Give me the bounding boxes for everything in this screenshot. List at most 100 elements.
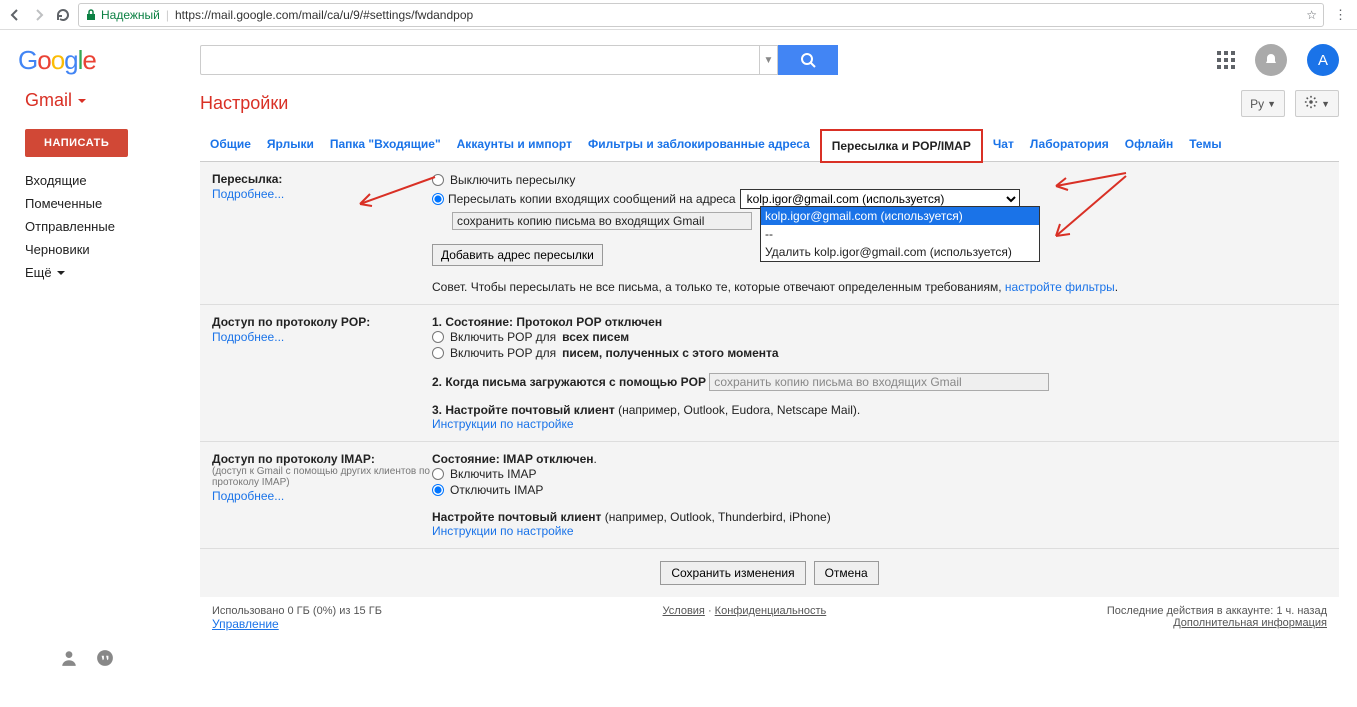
pop-label: Доступ по протоколу POP: (212, 315, 432, 329)
forward-icon[interactable] (30, 6, 48, 24)
notifications-icon[interactable] (1255, 44, 1287, 76)
forwarding-keep-copy-select[interactable]: сохранить копию письма во входящих Gmail (452, 212, 752, 230)
sidebar-item-drafts[interactable]: Черновики (25, 238, 200, 261)
tip-post: . (1115, 280, 1118, 294)
back-icon[interactable] (6, 6, 24, 24)
tab-labels[interactable]: Ярлыки (267, 137, 314, 155)
tab-forwarding-pop-imap[interactable]: Пересылка и POP/IMAP (820, 129, 983, 163)
section-imap: Доступ по протоколу IMAP: (доступ к Gmai… (200, 442, 1339, 549)
section-forwarding: Пересылка: Подробнее... Выключить пересы… (200, 162, 1339, 305)
browser-toolbar: Надежный | https://mail.google.com/mail/… (0, 0, 1357, 30)
imap-disable-radio[interactable] (432, 484, 444, 496)
content: Настройки Ру▼ ▼ Общие Ярлыки Папка "Вход… (200, 90, 1357, 639)
person-icon[interactable] (60, 649, 78, 670)
gmail-brand[interactable]: Gmail (25, 90, 200, 111)
url-bar[interactable]: Надежный | https://mail.google.com/mail/… (78, 3, 1324, 27)
secure-label: Надежный (101, 8, 160, 22)
pop-r1-bold: всех писем (562, 330, 629, 344)
pop-download-select[interactable]: сохранить копию письма во входящих Gmail (709, 373, 1049, 391)
dropdown-option[interactable]: Удалить kolp.igor@gmail.com (используетс… (761, 243, 1039, 261)
forwarding-address-dropdown: kolp.igor@gmail.com (используется) -- Уд… (760, 206, 1040, 262)
browser-menu-icon[interactable]: ⋮ (1330, 7, 1351, 23)
url-text: https://mail.google.com/mail/ca/u/9/#set… (175, 8, 473, 22)
sidebar-item-sent[interactable]: Отправленные (25, 215, 200, 238)
gmail-header: Google ▼ A (0, 30, 1357, 90)
pop-download-label: 2. Когда письма загружаются с помощью PO… (432, 375, 706, 389)
imap-conf-b: Настройте почтовый клиент (432, 510, 605, 524)
gear-icon (1304, 95, 1318, 112)
imap-instructions-link[interactable]: Инструкции по настройке (432, 524, 574, 538)
dropdown-option[interactable]: kolp.igor@gmail.com (используется) (761, 207, 1039, 225)
activity-text: Последние действия в аккаунте: 1 ч. наза… (1107, 605, 1327, 617)
save-row: Сохранить изменения Отмена (200, 549, 1339, 597)
pop-enable-all-radio[interactable] (432, 331, 444, 343)
settings-tabs: Общие Ярлыки Папка "Входящие" Аккаунты и… (200, 131, 1339, 162)
tab-inbox[interactable]: Папка "Входящие" (330, 137, 441, 155)
forwarding-tip-link[interactable]: настройте фильтры (1005, 280, 1115, 294)
forwarding-enable-radio[interactable] (432, 193, 444, 205)
search-button[interactable] (778, 45, 838, 75)
sidebar-item-more[interactable]: Ещё (25, 261, 200, 284)
imap-enable-label: Включить IMAP (450, 467, 537, 481)
pop-more-link[interactable]: Подробнее... (212, 330, 284, 344)
footer: Использовано 0 ГБ (0%) из 15 ГБ Управлен… (200, 597, 1339, 639)
terms-link[interactable]: Условия (663, 605, 705, 617)
tab-general[interactable]: Общие (210, 137, 251, 155)
google-logo[interactable]: Google (18, 45, 110, 76)
imap-conf-rest: (например, Outlook, Thunderbird, iPhone) (605, 510, 831, 524)
hangouts-footer (0, 639, 1357, 670)
imap-enable-radio[interactable] (432, 468, 444, 480)
imap-more-link[interactable]: Подробнее... (212, 489, 284, 503)
imap-sublabel: (доступ к Gmail с помощью других клиенто… (212, 466, 432, 488)
tab-accounts[interactable]: Аккаунты и импорт (457, 137, 572, 155)
language-button[interactable]: Ру▼ (1241, 90, 1285, 117)
pop-r2-pre: Включить POP для (450, 346, 556, 360)
page-title: Настройки (200, 93, 288, 114)
search-wrap: ▼ (200, 45, 838, 75)
imap-state-v: IMAP отключен (503, 452, 593, 466)
forwarding-tip-text: Совет. Чтобы пересылать не все письма, а… (432, 280, 1005, 294)
privacy-link[interactable]: Конфиденциальность (715, 605, 827, 617)
cancel-button[interactable]: Отмена (814, 561, 879, 585)
reload-icon[interactable] (54, 6, 72, 24)
pop-r2-bold: писем, полученных с этого момента (562, 346, 778, 360)
sidebar-item-starred[interactable]: Помеченные (25, 192, 200, 215)
forwarding-label: Пересылка: (212, 172, 432, 186)
sidebar: Gmail НАПИСАТЬ Входящие Помеченные Отпра… (0, 90, 200, 639)
sidebar-item-inbox[interactable]: Входящие (25, 169, 200, 192)
add-forwarding-address-button[interactable]: Добавить адрес пересылки (432, 244, 603, 266)
imap-state-b: Состояние: (432, 452, 503, 466)
imap-disable-label: Отключить IMAP (450, 483, 543, 497)
pop-instructions-link[interactable]: Инструкции по настройке (432, 417, 574, 431)
forwarding-disable-label: Выключить пересылку (450, 173, 575, 187)
forwarding-more-link[interactable]: Подробнее... (212, 187, 284, 201)
lock-icon: Надежный (85, 8, 160, 22)
tab-filters[interactable]: Фильтры и заблокированные адреса (588, 137, 810, 155)
apps-icon[interactable] (1217, 51, 1235, 69)
compose-button[interactable]: НАПИСАТЬ (25, 129, 128, 157)
dropdown-option[interactable]: -- (761, 225, 1039, 243)
tab-themes[interactable]: Темы (1189, 137, 1221, 155)
pop-status: 1. Состояние: Протокол POP отключен (432, 315, 662, 329)
imap-label: Доступ по протоколу IMAP: (212, 452, 432, 466)
search-input[interactable] (200, 45, 760, 75)
search-options-caret-icon[interactable]: ▼ (760, 45, 778, 75)
pop-enable-now-radio[interactable] (432, 347, 444, 359)
settings-gear-button[interactable]: ▼ (1295, 90, 1339, 117)
tab-offline[interactable]: Офлайн (1125, 137, 1173, 155)
tab-labs[interactable]: Лаборатория (1030, 137, 1109, 155)
pop-r1-pre: Включить POP для (450, 330, 556, 344)
avatar[interactable]: A (1307, 44, 1339, 76)
storage-text: Использовано 0 ГБ (0%) из 15 ГБ (212, 605, 382, 617)
pop-client-bold: 3. Настройте почтовый клиент (432, 403, 618, 417)
forwarding-enable-label: Пересылать копии входящих сообщений на а… (448, 192, 736, 206)
save-button[interactable]: Сохранить изменения (660, 561, 805, 585)
manage-storage-link[interactable]: Управление (212, 617, 279, 631)
section-pop: Доступ по протоколу POP: Подробнее... 1.… (200, 305, 1339, 442)
hangouts-icon[interactable] (96, 649, 114, 670)
pop-client-rest: (например, Outlook, Eudora, Netscape Mai… (618, 403, 860, 417)
forwarding-disable-radio[interactable] (432, 174, 444, 186)
tab-chat[interactable]: Чат (993, 137, 1014, 155)
star-icon[interactable]: ☆ (1306, 8, 1317, 22)
activity-details-link[interactable]: Дополнительная информация (1173, 617, 1327, 629)
